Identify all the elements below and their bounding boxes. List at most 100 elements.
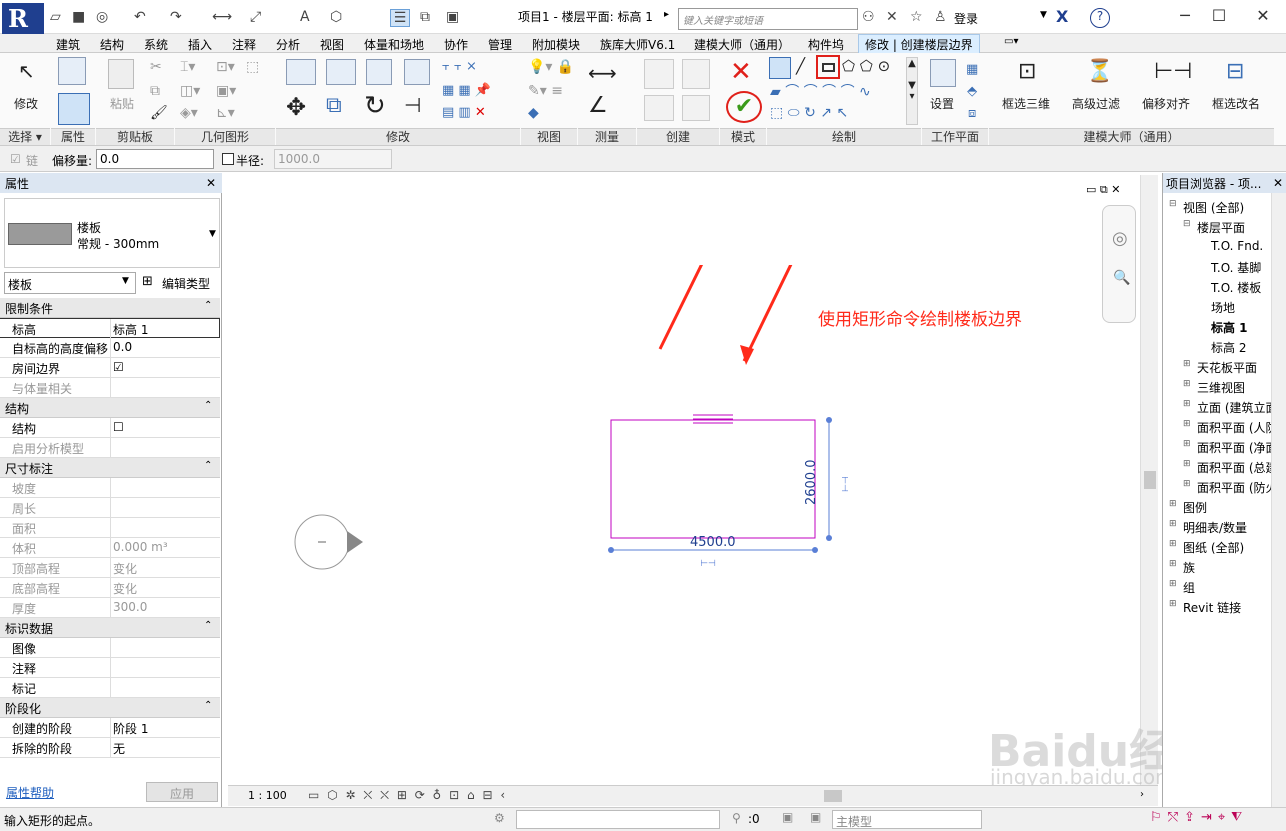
text-icon[interactable]: A — [300, 9, 310, 25]
zoom-icon[interactable]: 🔍 — [1113, 270, 1130, 286]
cancel-edit-icon[interactable]: ✕ — [730, 57, 752, 87]
browser-item[interactable]: 面积平面 (防火) — [1197, 479, 1282, 496]
tree-expander-icon[interactable]: ⊞ — [1169, 599, 1177, 609]
slope-arrow-icon[interactable]: ▰ ⌒ ⌒ ⌒ ⌒ ∿ — [770, 81, 871, 101]
tab-analyze[interactable]: 分析 — [276, 36, 300, 53]
tree-expander-icon[interactable]: ⊞ — [1183, 419, 1191, 429]
property-row[interactable]: 图像 — [0, 638, 220, 658]
model-select[interactable]: 主模型 — [832, 810, 982, 829]
property-value[interactable]: 300.0 — [113, 600, 147, 614]
browser-item[interactable]: 楼层平面 — [1197, 219, 1245, 236]
property-row[interactable]: 与体量相关 — [0, 378, 220, 398]
dimension-icon[interactable]: ⤢ — [250, 9, 261, 25]
login-link[interactable]: 登录 — [954, 10, 978, 27]
edit-type-button[interactable]: 编辑类型 — [162, 275, 210, 292]
undo-icon[interactable]: ↶ — [134, 9, 146, 25]
dimension-angle-icon[interactable]: ∠ — [588, 93, 608, 118]
tab-gojianwu[interactable]: 构件坞 — [808, 36, 844, 53]
tab-modify-floor-boundary[interactable]: 修改 | 创建楼层边界 — [858, 34, 980, 53]
property-group-header[interactable]: 结构 — [0, 398, 220, 418]
browser-item[interactable]: 面积平面 (净面) — [1197, 439, 1282, 456]
tab-zukudashi[interactable]: 族库大师V6.1 — [600, 36, 675, 53]
radius-input[interactable]: 1000.0 — [274, 149, 392, 169]
switch-windows-icon[interactable]: ▣ — [446, 9, 459, 25]
browser-item[interactable]: 立面 (建筑立面) — [1197, 399, 1282, 416]
browser-close-icon[interactable]: ✕ — [1273, 176, 1283, 190]
advanced-filter-icon[interactable]: ⏳ — [1086, 59, 1113, 84]
browser-item[interactable]: 天花板平面 — [1197, 359, 1257, 376]
property-row[interactable]: 顶部高程 变化 — [0, 558, 220, 578]
copy-icon[interactable]: ⧉ — [150, 83, 160, 99]
create-parts-icon[interactable] — [644, 95, 674, 121]
thin-lines-icon[interactable]: ☰ — [390, 9, 410, 27]
property-row[interactable]: 坡度 — [0, 478, 220, 498]
align-icon[interactable] — [286, 59, 316, 85]
linework-icon[interactable]: ◆ — [528, 105, 539, 121]
tree-expander-icon[interactable]: ⊞ — [1183, 439, 1191, 449]
offset-align-button[interactable]: 偏移对齐 — [1142, 95, 1190, 112]
properties-help-link[interactable]: 属性帮助 — [6, 784, 54, 801]
offset-icon[interactable] — [326, 59, 356, 85]
set-button[interactable]: 设置 — [930, 95, 954, 112]
advanced-filter-button[interactable]: 高级过滤 — [1072, 95, 1120, 112]
property-row[interactable]: 底部高程 变化 — [0, 578, 220, 598]
vertical-scrollbar[interactable] — [1140, 175, 1158, 785]
tab-architecture[interactable]: 建筑 — [56, 36, 80, 53]
property-group-header[interactable]: 阶段化 — [0, 698, 220, 718]
property-row[interactable]: 房间边界 ☑ — [0, 358, 220, 378]
instance-dropdown-icon[interactable]: ▼ — [122, 276, 129, 286]
worksets-icon[interactable]: ⚙ — [494, 811, 505, 825]
property-value[interactable]: ☑ — [113, 360, 124, 374]
browser-item[interactable]: T.O. 楼板 — [1211, 279, 1261, 296]
browser-item[interactable]: 场地 — [1211, 299, 1235, 316]
3d-view-icon[interactable]: ⬡ — [330, 9, 342, 25]
browser-item[interactable]: T.O. 基脚 — [1211, 259, 1261, 276]
editing-requests-icon[interactable]: ⚲ — [732, 811, 741, 825]
exchange-icon[interactable]: X — [1056, 7, 1068, 26]
chevron-right-icon[interactable]: ▸ — [664, 9, 669, 20]
move-icon[interactable]: ✥ — [286, 93, 306, 121]
property-row[interactable]: 拆除的阶段 无 — [0, 738, 220, 758]
property-value[interactable]: 阶段 1 — [113, 720, 148, 737]
browser-item[interactable]: 标高 2 — [1211, 339, 1246, 356]
tab-overflow-icon[interactable]: ▭▾ — [1004, 36, 1018, 47]
browser-item[interactable]: 组 — [1183, 579, 1195, 596]
sync-icon[interactable]: ◎ — [96, 9, 108, 25]
active-option-icon[interactable]: ▣ — [810, 810, 821, 824]
type-dropdown-icon[interactable]: ▼ — [209, 229, 216, 239]
properties-close-icon[interactable]: ✕ — [206, 176, 216, 190]
tree-expander-icon[interactable]: ⊞ — [1169, 559, 1177, 569]
type-selector[interactable]: 楼板 常规 - 300mm ▼ — [4, 198, 220, 268]
array-icon[interactable]: ▦ ▦ 📌 — [442, 83, 491, 98]
redo-icon[interactable]: ↷ — [170, 9, 182, 25]
scale-icon[interactable]: ▤ ▥ ✕ — [442, 105, 486, 120]
property-value[interactable]: 无 — [113, 740, 125, 757]
tab-massing[interactable]: 体量和场地 — [364, 36, 424, 53]
tree-expander-icon[interactable]: ⊞ — [1169, 499, 1177, 509]
cut-geometry-icon[interactable]: ⊡▾ — [216, 59, 235, 75]
match-properties-icon[interactable]: 🖌 — [150, 105, 168, 121]
mirror-draw-icon[interactable] — [404, 59, 430, 85]
cut-icon[interactable]: ✂ — [150, 59, 162, 75]
workset-select[interactable] — [516, 810, 720, 829]
split-icon[interactable]: ⫟ ⫟ ⨯ — [442, 59, 477, 74]
modify-button[interactable]: 修改 — [14, 95, 38, 112]
similar-icon[interactable] — [682, 95, 710, 121]
login-dropdown-icon[interactable]: ▼ — [1040, 10, 1047, 20]
help-icon[interactable]: ? — [1090, 8, 1110, 28]
collapse-icon[interactable]: ⌃ — [204, 460, 212, 471]
property-group-header[interactable]: 标识数据 — [0, 618, 220, 638]
user-icon[interactable]: ♙ — [934, 9, 947, 25]
property-row[interactable]: 结构 ☐ — [0, 418, 220, 438]
boundary-line-icon[interactable] — [769, 57, 791, 79]
navigation-bar[interactable]: ◎ 🔍 — [1102, 205, 1136, 323]
view-window-controls[interactable]: ▭ ⧉ ✕ — [1086, 183, 1120, 197]
edit-type-icon[interactable]: ⊞ — [142, 274, 153, 289]
browser-item[interactable]: 面积平面 (总建) — [1197, 459, 1282, 476]
horizontal-scroll-thumb[interactable] — [824, 790, 842, 802]
browser-item[interactable]: 族 — [1183, 559, 1195, 576]
tree-expander-icon[interactable]: ⊞ — [1169, 579, 1177, 589]
collapse-icon[interactable]: ⌃ — [204, 700, 212, 711]
offset-align-icon[interactable]: ⊢⊣ — [1154, 59, 1192, 84]
hide-icon[interactable]: 💡▾ 🔒 — [528, 59, 574, 75]
